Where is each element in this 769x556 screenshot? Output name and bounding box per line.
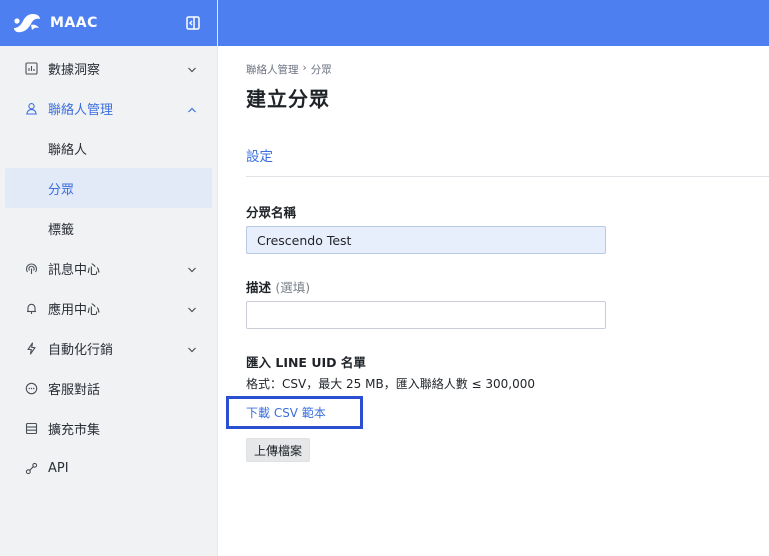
chat-icon (25, 382, 38, 395)
api-icon (25, 462, 38, 475)
sidebar-item-label: API (48, 460, 69, 476)
sidebar-subitem-tags[interactable]: 標籤 (0, 208, 217, 248)
sidebar-item-label: 應用中心 (48, 302, 101, 318)
sidebar-subitem-label: 分眾 (48, 182, 75, 198)
sidebar-item-customer-chat[interactable]: 客服對話 (0, 368, 217, 408)
sidebar: MAAC 數據洞察 聯絡人管理 聯絡人 分眾 標籤 訊息中心 應用中心 自動化行… (0, 0, 218, 556)
chevron-down-icon (187, 263, 197, 273)
import-format-hint: 格式：CSV，最大 25 MB，匯入聯絡人數 ≤ 300,000 (246, 377, 535, 391)
brand-name: MAAC (50, 15, 98, 31)
upload-file-button[interactable]: 上傳檔案 (246, 438, 311, 462)
sidebar-item-app-center[interactable]: 應用中心 (0, 288, 217, 328)
sidebar-subitem-segments[interactable]: 分眾 (5, 168, 212, 208)
sidebar-subitem-label: 標籤 (48, 222, 75, 238)
chevron-down-icon (187, 303, 197, 313)
sidebar-item-message-center[interactable]: 訊息中心 (0, 248, 217, 288)
description-optional-hint: (選填) (275, 280, 311, 295)
breadcrumb-current: 分眾 (310, 64, 332, 76)
sidebar-subitem-label: 聯絡人 (48, 142, 88, 158)
collapse-sidebar-icon[interactable] (185, 15, 201, 31)
bell-icon (25, 302, 38, 315)
segment-name-input[interactable] (246, 226, 606, 254)
section-divider (246, 176, 769, 177)
sidebar-item-label: 擴充市集 (48, 422, 101, 438)
description-label-text: 描述 (246, 280, 272, 295)
sidebar-item-contacts-management[interactable]: 聯絡人管理 (0, 88, 217, 128)
chevron-down-icon (187, 343, 197, 353)
sidebar-subitem-contacts[interactable]: 聯絡人 (0, 128, 217, 168)
sidebar-nav: 數據洞察 聯絡人管理 聯絡人 分眾 標籤 訊息中心 應用中心 自動化行銷 客服對… (0, 46, 217, 488)
user-icon (25, 102, 38, 115)
sidebar-item-insights[interactable]: 數據洞察 (0, 48, 217, 88)
bolt-icon (25, 341, 38, 355)
page-title: 建立分眾 (246, 87, 330, 111)
maac-logo-icon[interactable] (12, 12, 42, 34)
sidebar-item-label: 數據洞察 (48, 62, 101, 78)
sidebar-item-marketplace[interactable]: 擴充市集 (0, 408, 217, 448)
segment-name-label: 分眾名稱 (246, 205, 297, 220)
breadcrumb: 聯絡人管理 › 分眾 (246, 62, 332, 77)
broadcast-icon (25, 262, 38, 275)
sidebar-item-label: 自動化行銷 (48, 342, 114, 358)
description-label: 描述 (選填) (246, 277, 310, 296)
sidebar-item-label: 聯絡人管理 (48, 102, 114, 118)
breadcrumb-parent[interactable]: 聯絡人管理 (246, 62, 299, 77)
download-csv-template-link[interactable]: 下載 CSV 範本 (246, 404, 326, 421)
main-content: 聯絡人管理 › 分眾 建立分眾 設定 分眾名稱 描述 (選填) 匯入 LINE … (218, 46, 769, 556)
import-uid-label: 匯入 LINE UID 名單 (246, 355, 366, 370)
top-bar (218, 0, 769, 46)
sidebar-item-marketing-automation[interactable]: 自動化行銷 (0, 328, 217, 368)
breadcrumb-separator: › (302, 62, 307, 74)
store-icon (25, 422, 38, 435)
chevron-down-icon (187, 63, 197, 73)
chart-icon (25, 61, 38, 75)
chevron-up-icon (187, 103, 197, 113)
brand-header: MAAC (0, 0, 217, 46)
sidebar-item-label: 訊息中心 (48, 262, 101, 278)
section-title: 設定 (246, 149, 273, 165)
description-input[interactable] (246, 301, 606, 329)
sidebar-item-api[interactable]: API (0, 448, 217, 488)
sidebar-item-label: 客服對話 (48, 382, 101, 398)
